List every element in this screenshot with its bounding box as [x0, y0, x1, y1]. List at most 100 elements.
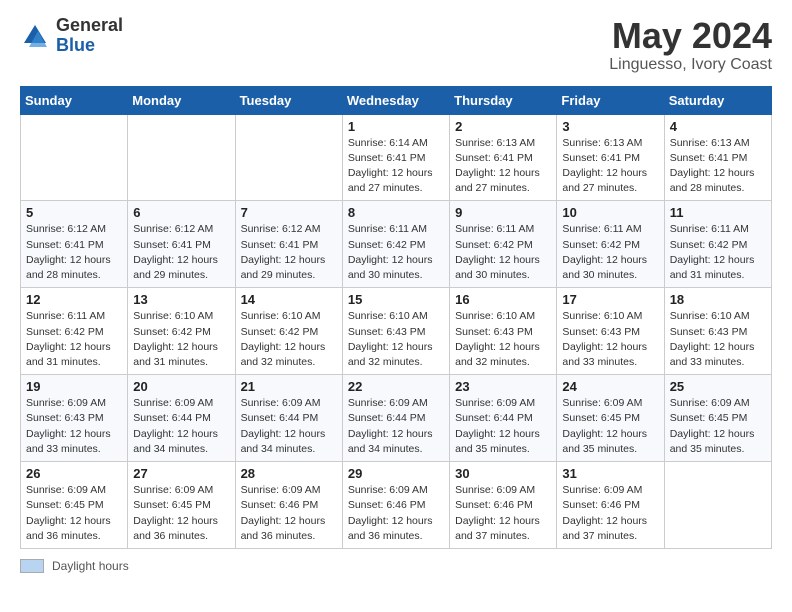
day-number: 21 [241, 379, 337, 394]
day-info: Sunrise: 6:12 AM Sunset: 6:41 PM Dayligh… [133, 222, 229, 283]
calendar-header-row: SundayMondayTuesdayWednesdayThursdayFrid… [21, 86, 772, 114]
day-info: Sunrise: 6:09 AM Sunset: 6:45 PM Dayligh… [562, 396, 658, 457]
header: General Blue May 2024 Linguesso, Ivory C… [20, 16, 772, 74]
calendar-cell: 24 Sunrise: 6:09 AM Sunset: 6:45 PM Dayli… [557, 375, 664, 462]
calendar-cell [21, 114, 128, 201]
day-info: Sunrise: 6:11 AM Sunset: 6:42 PM Dayligh… [562, 222, 658, 283]
day-number: 12 [26, 292, 122, 307]
logo-text: General Blue [56, 16, 123, 56]
location: Linguesso, Ivory Coast [609, 56, 772, 74]
calendar-cell: 14 Sunrise: 6:10 AM Sunset: 6:42 PM Dayli… [235, 288, 342, 375]
day-info: Sunrise: 6:13 AM Sunset: 6:41 PM Dayligh… [455, 136, 551, 197]
day-number: 10 [562, 205, 658, 220]
day-info: Sunrise: 6:12 AM Sunset: 6:41 PM Dayligh… [241, 222, 337, 283]
calendar-week-5: 26 Sunrise: 6:09 AM Sunset: 6:45 PM Dayli… [21, 462, 772, 549]
day-info: Sunrise: 6:09 AM Sunset: 6:44 PM Dayligh… [241, 396, 337, 457]
logo: General Blue [20, 16, 123, 56]
day-info: Sunrise: 6:10 AM Sunset: 6:43 PM Dayligh… [455, 309, 551, 370]
day-number: 22 [348, 379, 444, 394]
day-number: 9 [455, 205, 551, 220]
day-info: Sunrise: 6:11 AM Sunset: 6:42 PM Dayligh… [455, 222, 551, 283]
daylight-label: Daylight hours [52, 559, 129, 573]
day-number: 6 [133, 205, 229, 220]
day-number: 8 [348, 205, 444, 220]
day-number: 15 [348, 292, 444, 307]
calendar-cell: 10 Sunrise: 6:11 AM Sunset: 6:42 PM Dayli… [557, 201, 664, 288]
day-number: 14 [241, 292, 337, 307]
day-info: Sunrise: 6:09 AM Sunset: 6:45 PM Dayligh… [133, 483, 229, 544]
month-title: May 2024 [609, 16, 772, 56]
day-info: Sunrise: 6:13 AM Sunset: 6:41 PM Dayligh… [562, 136, 658, 197]
day-info: Sunrise: 6:12 AM Sunset: 6:41 PM Dayligh… [26, 222, 122, 283]
day-number: 31 [562, 466, 658, 481]
day-info: Sunrise: 6:10 AM Sunset: 6:43 PM Dayligh… [348, 309, 444, 370]
calendar-week-1: 1 Sunrise: 6:14 AM Sunset: 6:41 PM Daylig… [21, 114, 772, 201]
calendar-cell: 11 Sunrise: 6:11 AM Sunset: 6:42 PM Dayli… [664, 201, 771, 288]
calendar-cell: 7 Sunrise: 6:12 AM Sunset: 6:41 PM Daylig… [235, 201, 342, 288]
calendar-cell: 1 Sunrise: 6:14 AM Sunset: 6:41 PM Daylig… [342, 114, 449, 201]
day-number: 23 [455, 379, 551, 394]
day-info: Sunrise: 6:09 AM Sunset: 6:45 PM Dayligh… [670, 396, 766, 457]
day-number: 29 [348, 466, 444, 481]
title-block: May 2024 Linguesso, Ivory Coast [609, 16, 772, 74]
calendar-cell: 21 Sunrise: 6:09 AM Sunset: 6:44 PM Dayli… [235, 375, 342, 462]
day-info: Sunrise: 6:14 AM Sunset: 6:41 PM Dayligh… [348, 136, 444, 197]
calendar-table: SundayMondayTuesdayWednesdayThursdayFrid… [20, 86, 772, 549]
col-header-monday: Monday [128, 86, 235, 114]
day-info: Sunrise: 6:13 AM Sunset: 6:41 PM Dayligh… [670, 136, 766, 197]
day-number: 7 [241, 205, 337, 220]
logo-blue-text: Blue [56, 36, 123, 56]
day-number: 27 [133, 466, 229, 481]
calendar-cell: 16Sunrise: 6:10 AM Sunset: 6:43 PM Dayli… [450, 288, 557, 375]
calendar-week-2: 5 Sunrise: 6:12 AM Sunset: 6:41 PM Daylig… [21, 201, 772, 288]
calendar-cell: 2 Sunrise: 6:13 AM Sunset: 6:41 PM Daylig… [450, 114, 557, 201]
calendar-cell: 17Sunrise: 6:10 AM Sunset: 6:43 PM Dayli… [557, 288, 664, 375]
calendar-cell: 22 Sunrise: 6:09 AM Sunset: 6:44 PM Dayli… [342, 375, 449, 462]
day-number: 26 [26, 466, 122, 481]
calendar-cell: 27 Sunrise: 6:09 AM Sunset: 6:45 PM Dayli… [128, 462, 235, 549]
day-number: 2 [455, 119, 551, 134]
day-info: Sunrise: 6:09 AM Sunset: 6:44 PM Dayligh… [348, 396, 444, 457]
day-info: Sunrise: 6:10 AM Sunset: 6:42 PM Dayligh… [133, 309, 229, 370]
col-header-sunday: Sunday [21, 86, 128, 114]
calendar-cell [235, 114, 342, 201]
day-number: 5 [26, 205, 122, 220]
col-header-saturday: Saturday [664, 86, 771, 114]
day-number: 18 [670, 292, 766, 307]
day-info: Sunrise: 6:09 AM Sunset: 6:46 PM Dayligh… [348, 483, 444, 544]
calendar-cell: 15 Sunrise: 6:10 AM Sunset: 6:43 PM Dayli… [342, 288, 449, 375]
day-number: 11 [670, 205, 766, 220]
col-header-tuesday: Tuesday [235, 86, 342, 114]
day-info: Sunrise: 6:09 AM Sunset: 6:43 PM Dayligh… [26, 396, 122, 457]
calendar-cell: 31Sunrise: 6:09 AM Sunset: 6:46 PM Dayli… [557, 462, 664, 549]
col-header-wednesday: Wednesday [342, 86, 449, 114]
calendar-cell: 20Sunrise: 6:09 AM Sunset: 6:44 PM Dayli… [128, 375, 235, 462]
calendar-cell [664, 462, 771, 549]
logo-icon [20, 21, 50, 51]
calendar-cell: 5 Sunrise: 6:12 AM Sunset: 6:41 PM Daylig… [21, 201, 128, 288]
day-info: Sunrise: 6:11 AM Sunset: 6:42 PM Dayligh… [670, 222, 766, 283]
calendar-cell: 3 Sunrise: 6:13 AM Sunset: 6:41 PM Daylig… [557, 114, 664, 201]
calendar-week-3: 12Sunrise: 6:11 AM Sunset: 6:42 PM Dayli… [21, 288, 772, 375]
calendar-cell: 9 Sunrise: 6:11 AM Sunset: 6:42 PM Daylig… [450, 201, 557, 288]
calendar-cell: 30Sunrise: 6:09 AM Sunset: 6:46 PM Dayli… [450, 462, 557, 549]
calendar-cell: 23Sunrise: 6:09 AM Sunset: 6:44 PM Dayli… [450, 375, 557, 462]
day-info: Sunrise: 6:10 AM Sunset: 6:42 PM Dayligh… [241, 309, 337, 370]
day-number: 1 [348, 119, 444, 134]
day-number: 17 [562, 292, 658, 307]
calendar-cell: 26 Sunrise: 6:09 AM Sunset: 6:45 PM Dayli… [21, 462, 128, 549]
day-number: 3 [562, 119, 658, 134]
calendar-cell: 4Sunrise: 6:13 AM Sunset: 6:41 PM Daylig… [664, 114, 771, 201]
col-header-thursday: Thursday [450, 86, 557, 114]
day-number: 13 [133, 292, 229, 307]
calendar-cell: 25Sunrise: 6:09 AM Sunset: 6:45 PM Dayli… [664, 375, 771, 462]
page: General Blue May 2024 Linguesso, Ivory C… [0, 0, 792, 593]
day-number: 20 [133, 379, 229, 394]
day-info: Sunrise: 6:09 AM Sunset: 6:46 PM Dayligh… [455, 483, 551, 544]
day-number: 24 [562, 379, 658, 394]
daylight-swatch [20, 559, 44, 573]
logo-general-text: General [56, 16, 123, 36]
day-info: Sunrise: 6:09 AM Sunset: 6:45 PM Dayligh… [26, 483, 122, 544]
calendar-cell: 29 Sunrise: 6:09 AM Sunset: 6:46 PM Dayli… [342, 462, 449, 549]
day-info: Sunrise: 6:10 AM Sunset: 6:43 PM Dayligh… [670, 309, 766, 370]
